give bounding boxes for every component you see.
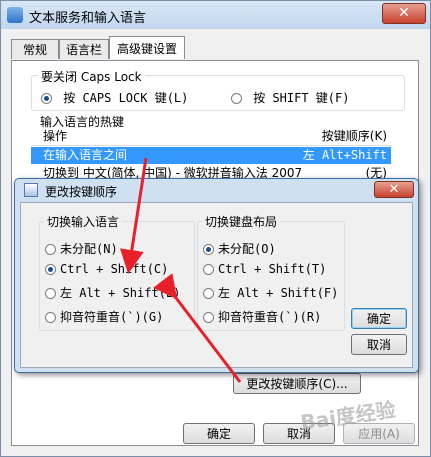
window-title: 文本服务和输入语言 <box>29 11 147 26</box>
dialog-icon <box>24 183 38 197</box>
lang-left-alt-shift-label: 左 Alt + Shift(L) <box>60 286 181 300</box>
radio-caps-lock-key[interactable] <box>41 93 52 104</box>
lang-left-alt-shift-option[interactable]: 左 Alt + Shift(L) <box>45 284 180 301</box>
dialog-close-button[interactable]: ✕ <box>374 181 414 198</box>
hotkey-row-switch-language[interactable]: 在输入语言之间 左 Alt+Shift <box>31 147 391 164</box>
app-icon <box>7 7 23 23</box>
shift-key-label: 按 SHIFT 键(F) <box>253 91 350 105</box>
lang-unassigned-label: 未分配(N) <box>60 242 118 256</box>
ok-button[interactable]: 确定 <box>183 423 255 444</box>
switch-language-title: 切换输入语言 <box>44 213 123 230</box>
lang-unassigned-option[interactable]: 未分配(N) <box>45 240 118 257</box>
radio-lang-left-alt-shift[interactable] <box>45 288 56 299</box>
main-titlebar[interactable]: 文本服务和输入语言 ✕ <box>1 1 430 29</box>
caps-lock-group-title: 要关闭 Caps Lock <box>38 68 145 85</box>
caps-lock-key-option[interactable]: 按 CAPS LOCK 键(L) <box>41 89 188 106</box>
row-sequence: 左 Alt+Shift <box>302 148 387 162</box>
tab-language-bar[interactable]: 语言栏 <box>59 39 109 59</box>
switch-layout-title: 切换键盘布局 <box>202 213 281 230</box>
radio-layout-left-alt-shift[interactable] <box>203 288 214 299</box>
hotkey-list-header: 操作 按键顺序(K) <box>31 127 391 146</box>
header-key-sequence: 按键顺序(K) <box>321 129 387 143</box>
radio-layout-grave-accent[interactable] <box>203 312 214 323</box>
layout-unassigned-label: 未分配(O) <box>218 242 276 256</box>
row-action: 在输入语言之间 <box>43 148 128 162</box>
dialog-cancel-button[interactable]: 取消 <box>351 334 407 355</box>
lang-ctrl-shift-label: Ctrl + Shift(C) <box>60 262 169 276</box>
layout-ctrl-shift-option[interactable]: Ctrl + Shift(T) <box>203 262 326 276</box>
lang-grave-accent-option[interactable]: 抑音符重音(`)(G) <box>45 308 163 325</box>
lang-ctrl-shift-option[interactable]: Ctrl + Shift(C) <box>45 262 168 276</box>
tab-general[interactable]: 常规 <box>11 39 59 59</box>
dialog-ok-button[interactable]: 确定 <box>351 308 407 329</box>
radio-layout-unassigned[interactable] <box>203 244 214 255</box>
lang-grave-accent-label: 抑音符重音(`)(G) <box>60 310 164 324</box>
layout-grave-accent-option[interactable]: 抑音符重音(`)(R) <box>203 308 321 325</box>
layout-left-alt-shift-option[interactable]: 左 Alt + Shift(F) <box>203 284 338 301</box>
layout-unassigned-option[interactable]: 未分配(O) <box>203 240 276 257</box>
radio-lang-unassigned[interactable] <box>45 244 56 255</box>
shift-key-option[interactable]: 按 SHIFT 键(F) <box>231 89 349 106</box>
layout-left-alt-shift-label: 左 Alt + Shift(F) <box>218 286 339 300</box>
layout-grave-accent-label: 抑音符重音(`)(R) <box>218 310 322 324</box>
caps-lock-key-label: 按 CAPS LOCK 键(L) <box>63 91 189 105</box>
dialog-titlebar[interactable]: 更改按键顺序 ✕ <box>15 179 418 201</box>
close-button[interactable]: ✕ <box>382 3 426 24</box>
header-action: 操作 <box>43 129 68 143</box>
radio-shift-key[interactable] <box>231 93 242 104</box>
dialog-body: 切换输入语言 未分配(N) Ctrl + Shift(C) 左 Alt + Sh… <box>20 202 413 368</box>
radio-lang-ctrl-shift[interactable] <box>45 264 56 275</box>
change-key-sequence-button[interactable]: 更改按键顺序(C)... <box>233 373 361 394</box>
radio-lang-grave-accent[interactable] <box>45 312 56 323</box>
layout-ctrl-shift-label: Ctrl + Shift(T) <box>218 262 327 276</box>
dialog-title: 更改按键顺序 <box>45 185 118 199</box>
change-key-sequence-dialog: 更改按键顺序 ✕ 切换输入语言 未分配(N) Ctrl + Shift(C) 左… <box>14 178 419 373</box>
tab-advanced-key-settings[interactable]: 高级键设置 <box>109 36 185 59</box>
radio-layout-ctrl-shift[interactable] <box>203 264 214 275</box>
